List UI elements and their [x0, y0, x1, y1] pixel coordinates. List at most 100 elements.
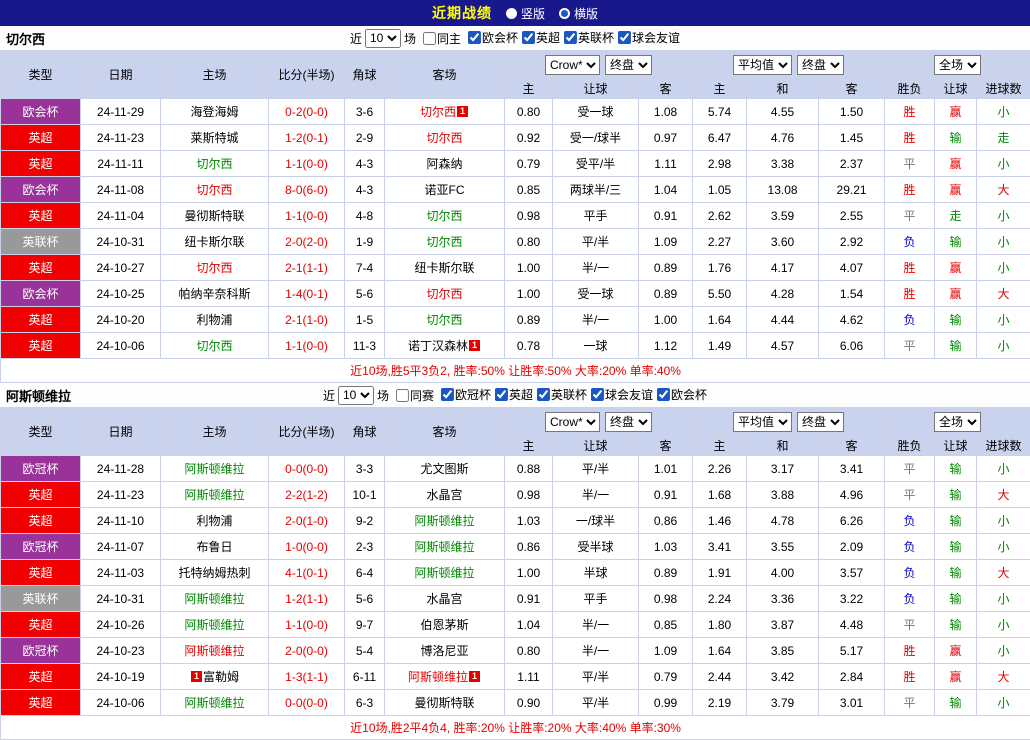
- team-name[interactable]: 阿斯顿维拉: [184, 618, 244, 632]
- same-filter-checkbox[interactable]: [396, 389, 409, 402]
- league-filter-checkbox[interactable]: [537, 388, 550, 401]
- fulltime-select[interactable]: 全场: [934, 412, 981, 432]
- away-team-cell[interactable]: 水晶宫: [385, 586, 505, 612]
- team-name[interactable]: 阿斯顿维拉: [184, 592, 244, 606]
- home-team-cell[interactable]: 切尔西: [161, 151, 269, 177]
- layout-vertical-option[interactable]: 竖版: [506, 5, 545, 22]
- team-name[interactable]: 阿斯顿维拉: [184, 696, 244, 710]
- team-name[interactable]: 纽卡斯尔联: [184, 235, 244, 249]
- team-name[interactable]: 诺丁汉森林: [408, 339, 468, 353]
- team-name[interactable]: 阿斯顿维拉: [184, 488, 244, 502]
- team-name[interactable]: 尤文图斯: [420, 462, 468, 476]
- team-name[interactable]: 伯恩茅斯: [420, 618, 468, 632]
- average-select[interactable]: 平均值: [733, 412, 792, 432]
- home-team-cell[interactable]: 切尔西: [161, 333, 269, 359]
- home-team-cell[interactable]: 莱斯特城: [161, 125, 269, 151]
- avg-stage-select[interactable]: 终盘: [797, 412, 844, 432]
- league-filter-checkbox[interactable]: [495, 388, 508, 401]
- home-team-cell[interactable]: 利物浦: [161, 508, 269, 534]
- odds-stage-select[interactable]: 终盘: [605, 55, 652, 75]
- same-filter-checkbox[interactable]: [423, 32, 436, 45]
- home-team-cell[interactable]: 阿斯顿维拉: [161, 456, 269, 482]
- league-filter-checkbox[interactable]: [618, 31, 631, 44]
- same-filter[interactable]: 同主: [419, 30, 461, 47]
- team-name[interactable]: 切尔西: [196, 339, 232, 353]
- team-name[interactable]: 托特纳姆热刺: [178, 566, 250, 580]
- team-name[interactable]: 莱斯特城: [190, 131, 238, 145]
- team-name[interactable]: 切尔西: [426, 131, 462, 145]
- home-team-cell[interactable]: 阿斯顿维拉: [161, 638, 269, 664]
- match-count-select[interactable]: 10: [338, 386, 374, 405]
- team-name[interactable]: 阿斯顿维拉: [414, 566, 474, 580]
- league-filter[interactable]: 欧会杯: [653, 386, 707, 403]
- league-filter-checkbox[interactable]: [591, 388, 604, 401]
- radio-horizontal-icon[interactable]: [559, 8, 570, 19]
- team-name[interactable]: 切尔西: [196, 183, 232, 197]
- team-name[interactable]: 切尔西: [420, 105, 456, 119]
- team-name[interactable]: 布鲁日: [196, 540, 232, 554]
- average-select[interactable]: 平均值: [733, 55, 792, 75]
- team-name[interactable]: 富勒姆: [203, 670, 239, 684]
- home-team-cell[interactable]: 利物浦: [161, 307, 269, 333]
- away-team-cell[interactable]: 诺亚FC: [385, 177, 505, 203]
- away-team-cell[interactable]: 诺丁汉森林1: [385, 333, 505, 359]
- league-filter[interactable]: 英超: [518, 29, 560, 46]
- away-team-cell[interactable]: 阿斯顿维拉: [385, 508, 505, 534]
- team-name[interactable]: 切尔西: [426, 313, 462, 327]
- home-team-cell[interactable]: 阿斯顿维拉: [161, 612, 269, 638]
- match-count-select[interactable]: 10: [365, 29, 401, 48]
- team-name[interactable]: 帕纳辛奈科斯: [178, 287, 250, 301]
- away-team-cell[interactable]: 阿斯顿维拉1: [385, 664, 505, 690]
- home-team-cell[interactable]: 纽卡斯尔联: [161, 229, 269, 255]
- away-team-cell[interactable]: 切尔西: [385, 125, 505, 151]
- away-team-cell[interactable]: 切尔西: [385, 281, 505, 307]
- team-name[interactable]: 博洛尼亚: [420, 644, 468, 658]
- home-team-cell[interactable]: 帕纳辛奈科斯: [161, 281, 269, 307]
- odds-stage-select[interactable]: 终盘: [605, 412, 652, 432]
- team-name[interactable]: 利物浦: [196, 313, 232, 327]
- home-team-cell[interactable]: 阿斯顿维拉: [161, 586, 269, 612]
- layout-horizontal-option[interactable]: 横版: [559, 5, 598, 22]
- league-filter[interactable]: 英超: [491, 386, 533, 403]
- home-team-cell[interactable]: 曼彻斯特联: [161, 203, 269, 229]
- team-name[interactable]: 诺亚FC: [425, 183, 465, 197]
- team-name[interactable]: 切尔西: [426, 287, 462, 301]
- radio-vertical-icon[interactable]: [506, 8, 517, 19]
- home-team-cell[interactable]: 阿斯顿维拉: [161, 690, 269, 716]
- avg-stage-select[interactable]: 终盘: [797, 55, 844, 75]
- league-filter-checkbox[interactable]: [468, 31, 481, 44]
- team-name[interactable]: 利物浦: [196, 514, 232, 528]
- league-filter[interactable]: 球会友谊: [587, 386, 653, 403]
- away-team-cell[interactable]: 阿斯顿维拉: [385, 560, 505, 586]
- home-team-cell[interactable]: 切尔西: [161, 177, 269, 203]
- away-team-cell[interactable]: 阿森纳: [385, 151, 505, 177]
- team-name[interactable]: 海登海姆: [190, 105, 238, 119]
- team-name[interactable]: 阿森纳: [426, 157, 462, 171]
- team-name[interactable]: 切尔西: [196, 157, 232, 171]
- home-team-cell[interactable]: 切尔西: [161, 255, 269, 281]
- away-team-cell[interactable]: 纽卡斯尔联: [385, 255, 505, 281]
- away-team-cell[interactable]: 水晶宫: [385, 482, 505, 508]
- fulltime-select[interactable]: 全场: [934, 55, 981, 75]
- league-filter[interactable]: 欧冠杯: [437, 386, 491, 403]
- away-team-cell[interactable]: 切尔西: [385, 229, 505, 255]
- away-team-cell[interactable]: 切尔西1: [385, 99, 505, 125]
- away-team-cell[interactable]: 切尔西: [385, 307, 505, 333]
- league-filter-checkbox[interactable]: [657, 388, 670, 401]
- bookmaker-select[interactable]: Crow*: [545, 55, 600, 75]
- home-team-cell[interactable]: 1富勒姆: [161, 664, 269, 690]
- team-name[interactable]: 切尔西: [426, 209, 462, 223]
- league-filter[interactable]: 英联杯: [560, 29, 614, 46]
- team-name[interactable]: 切尔西: [196, 261, 232, 275]
- home-team-cell[interactable]: 阿斯顿维拉: [161, 482, 269, 508]
- team-name[interactable]: 阿斯顿维拉: [414, 514, 474, 528]
- league-filter-checkbox[interactable]: [441, 388, 454, 401]
- league-filter[interactable]: 球会友谊: [614, 29, 680, 46]
- team-name[interactable]: 阿斯顿维拉: [408, 670, 468, 684]
- team-name[interactable]: 水晶宫: [426, 488, 462, 502]
- team-name[interactable]: 曼彻斯特联: [414, 696, 474, 710]
- league-filter-checkbox[interactable]: [522, 31, 535, 44]
- team-name[interactable]: 纽卡斯尔联: [414, 261, 474, 275]
- league-filter[interactable]: 英联杯: [533, 386, 587, 403]
- away-team-cell[interactable]: 伯恩茅斯: [385, 612, 505, 638]
